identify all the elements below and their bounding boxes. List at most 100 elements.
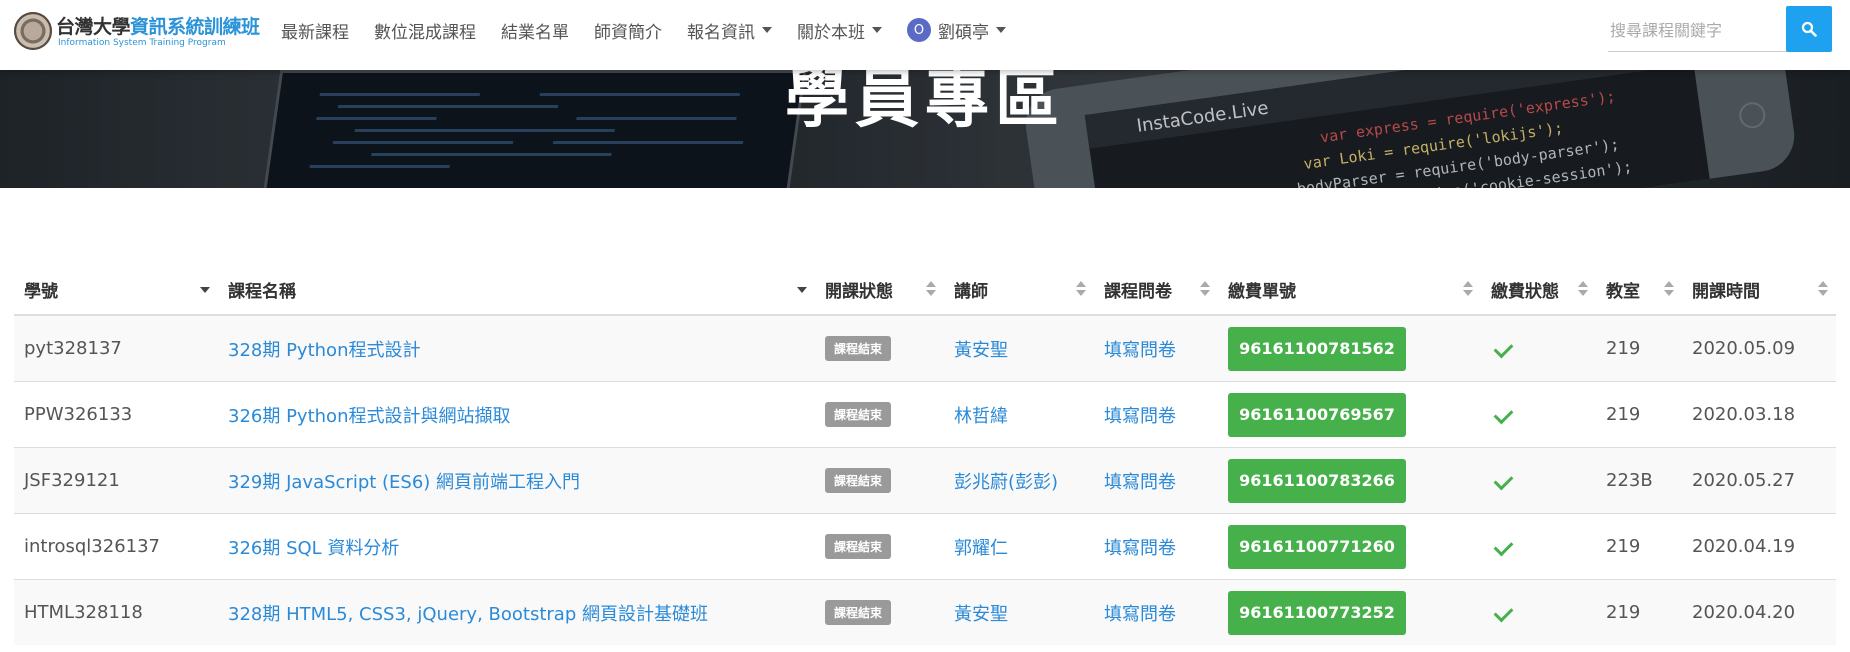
start-date-cell: 2020.05.09 xyxy=(1682,314,1836,382)
column-header-label: 開課時間 xyxy=(1692,281,1760,302)
nav-label: 最新課程 xyxy=(281,22,349,43)
nav-latest-courses[interactable]: 最新課程 xyxy=(281,18,349,43)
status-badge: 課程結束 xyxy=(825,468,892,493)
status-badge: 課程結束 xyxy=(825,534,892,559)
nav-label: 結業名單 xyxy=(501,22,569,43)
table-row: HTML328118 328期 HTML5, CSS3, jQuery, Boo… xyxy=(14,579,1836,645)
teacher-link[interactable]: 黃安聖 xyxy=(954,604,1008,625)
hero-banner: InstaCode.Live var express = require('ex… xyxy=(0,60,1850,188)
search-icon xyxy=(1801,21,1817,37)
course-name-link[interactable]: 328期 HTML5, CSS3, jQuery, Bootstrap 網頁設計… xyxy=(228,604,708,625)
bill-number-button[interactable]: 96161100783266 xyxy=(1228,458,1406,503)
nav-enrollment-dropdown[interactable]: 報名資訊 xyxy=(687,18,772,43)
bill-number-button[interactable]: 96161100771260 xyxy=(1228,524,1406,569)
paid-check-icon xyxy=(1493,404,1514,425)
university-seal-icon xyxy=(14,12,52,50)
column-header-label: 講師 xyxy=(954,281,988,302)
teacher-link[interactable]: 黃安聖 xyxy=(954,340,1008,361)
column-header-survey[interactable]: 課程問卷 xyxy=(1094,264,1218,316)
bill-number-button[interactable]: 96161100769567 xyxy=(1228,392,1406,437)
column-header-label: 繳費狀態 xyxy=(1491,281,1559,302)
caret-down-icon xyxy=(996,27,1006,33)
top-navbar: 台灣大學資訊系統訓練班 Information System Training … xyxy=(0,0,1850,70)
paid-check-icon xyxy=(1493,602,1514,623)
column-header-course-name[interactable]: 課程名稱 xyxy=(218,264,815,316)
caret-down-icon xyxy=(762,27,772,33)
status-badge: 課程結束 xyxy=(825,600,892,625)
brand-title: 台灣大學資訊系統訓練班 xyxy=(56,12,260,39)
column-header-status[interactable]: 開課狀態 xyxy=(815,264,944,316)
user-name: 劉碩亭 xyxy=(938,22,989,43)
start-date-cell: 2020.04.20 xyxy=(1682,579,1836,645)
teacher-link[interactable]: 彭兆蔚(彭彭) xyxy=(954,472,1058,493)
nav-label: 師資簡介 xyxy=(594,22,662,43)
status-badge: 課程結束 xyxy=(825,402,892,427)
sort-icon xyxy=(1076,281,1086,297)
nav-blended-courses[interactable]: 數位混成課程 xyxy=(374,18,476,43)
survey-link[interactable]: 填寫問卷 xyxy=(1104,340,1176,361)
classroom-cell: 219 xyxy=(1596,314,1682,382)
paid-check-icon xyxy=(1493,338,1514,359)
nav-label: 數位混成課程 xyxy=(374,22,476,43)
courses-table: 學號 課程名稱 開課狀態 講師 課程問卷 繳費單號 繳費狀態 教室 開課時間 p… xyxy=(14,264,1836,645)
table-row: PPW326133 326期 Python程式設計與網站擷取 課程結束 林哲緯 … xyxy=(14,381,1836,448)
student-id-cell: introsql326137 xyxy=(14,513,218,580)
sort-desc-icon xyxy=(200,281,210,297)
table-row: introsql326137 326期 SQL 資料分析 課程結束 郭耀仁 填寫… xyxy=(14,513,1836,580)
table-row: pyt328137 328期 Python程式設計 課程結束 黃安聖 填寫問卷 … xyxy=(14,314,1836,382)
search-button[interactable] xyxy=(1786,6,1832,52)
main-nav: 最新課程 數位混成課程 結業名單 師資簡介 報名資訊 關於本班 O 劉碩亭 xyxy=(281,0,1031,60)
start-date-cell: 2020.03.18 xyxy=(1682,381,1836,448)
classroom-cell: 219 xyxy=(1596,381,1682,448)
brand-logo-link[interactable]: 台灣大學資訊系統訓練班 Information System Training … xyxy=(14,8,274,60)
column-header-classroom[interactable]: 教室 xyxy=(1596,264,1682,316)
course-name-link[interactable]: 328期 Python程式設計 xyxy=(228,340,420,361)
student-id-cell: JSF329121 xyxy=(14,447,218,514)
nav-label: 關於本班 xyxy=(797,22,865,43)
table-row: JSF329121 329期 JavaScript (ES6) 網頁前端工程入門… xyxy=(14,447,1836,514)
classroom-cell: 219 xyxy=(1596,513,1682,580)
column-header-payment-status[interactable]: 繳費狀態 xyxy=(1481,264,1596,316)
survey-link[interactable]: 填寫問卷 xyxy=(1104,406,1176,427)
survey-link[interactable]: 填寫問卷 xyxy=(1104,538,1176,559)
start-date-cell: 2020.04.19 xyxy=(1682,513,1836,580)
sort-icon xyxy=(1463,281,1473,297)
classroom-cell: 219 xyxy=(1596,579,1682,645)
user-menu-dropdown[interactable]: O 劉碩亭 xyxy=(907,18,1006,43)
column-header-label: 課程問卷 xyxy=(1104,281,1172,302)
status-badge: 課程結束 xyxy=(825,336,892,361)
table-header-row: 學號 課程名稱 開課狀態 講師 課程問卷 繳費單號 繳費狀態 教室 開課時間 xyxy=(14,264,1836,316)
paid-check-icon xyxy=(1493,536,1514,557)
bill-number-button[interactable]: 96161100773252 xyxy=(1228,590,1406,635)
column-header-label: 開課狀態 xyxy=(825,281,893,302)
bill-number-button[interactable]: 96161100781562 xyxy=(1228,326,1406,371)
course-name-link[interactable]: 326期 SQL 資料分析 xyxy=(228,538,399,559)
sort-icon xyxy=(1818,281,1828,297)
column-header-label: 學號 xyxy=(24,281,58,302)
hero-title: 學員專區 xyxy=(785,63,1065,137)
brand-title-part1: 台灣大學 xyxy=(56,16,131,38)
brand-subtitle: Information System Training Program xyxy=(58,38,226,48)
course-name-link[interactable]: 326期 Python程式設計與網站擷取 xyxy=(228,406,510,427)
sort-icon xyxy=(926,281,936,297)
column-header-bill-number[interactable]: 繳費單號 xyxy=(1218,264,1481,316)
column-header-label: 課程名稱 xyxy=(228,281,296,302)
search-input[interactable] xyxy=(1608,9,1788,52)
column-header-label: 教室 xyxy=(1606,281,1640,302)
nav-graduates[interactable]: 結業名單 xyxy=(501,18,569,43)
nav-instructors[interactable]: 師資簡介 xyxy=(594,18,662,43)
nav-about-dropdown[interactable]: 關於本班 xyxy=(797,18,882,43)
column-header-teacher[interactable]: 講師 xyxy=(944,264,1094,316)
survey-link[interactable]: 填寫問卷 xyxy=(1104,472,1176,493)
course-name-link[interactable]: 329期 JavaScript (ES6) 網頁前端工程入門 xyxy=(228,472,580,493)
classroom-cell: 223B xyxy=(1596,447,1682,514)
survey-link[interactable]: 填寫問卷 xyxy=(1104,604,1176,625)
brand-title-part2: 資訊系統訓練班 xyxy=(130,16,260,38)
column-header-label: 繳費單號 xyxy=(1228,281,1296,302)
column-header-start-date[interactable]: 開課時間 xyxy=(1682,264,1836,316)
caret-down-icon xyxy=(872,27,882,33)
teacher-link[interactable]: 郭耀仁 xyxy=(954,538,1008,559)
teacher-link[interactable]: 林哲緯 xyxy=(954,406,1008,427)
paid-check-icon xyxy=(1493,470,1514,491)
column-header-student-id[interactable]: 學號 xyxy=(14,264,218,316)
